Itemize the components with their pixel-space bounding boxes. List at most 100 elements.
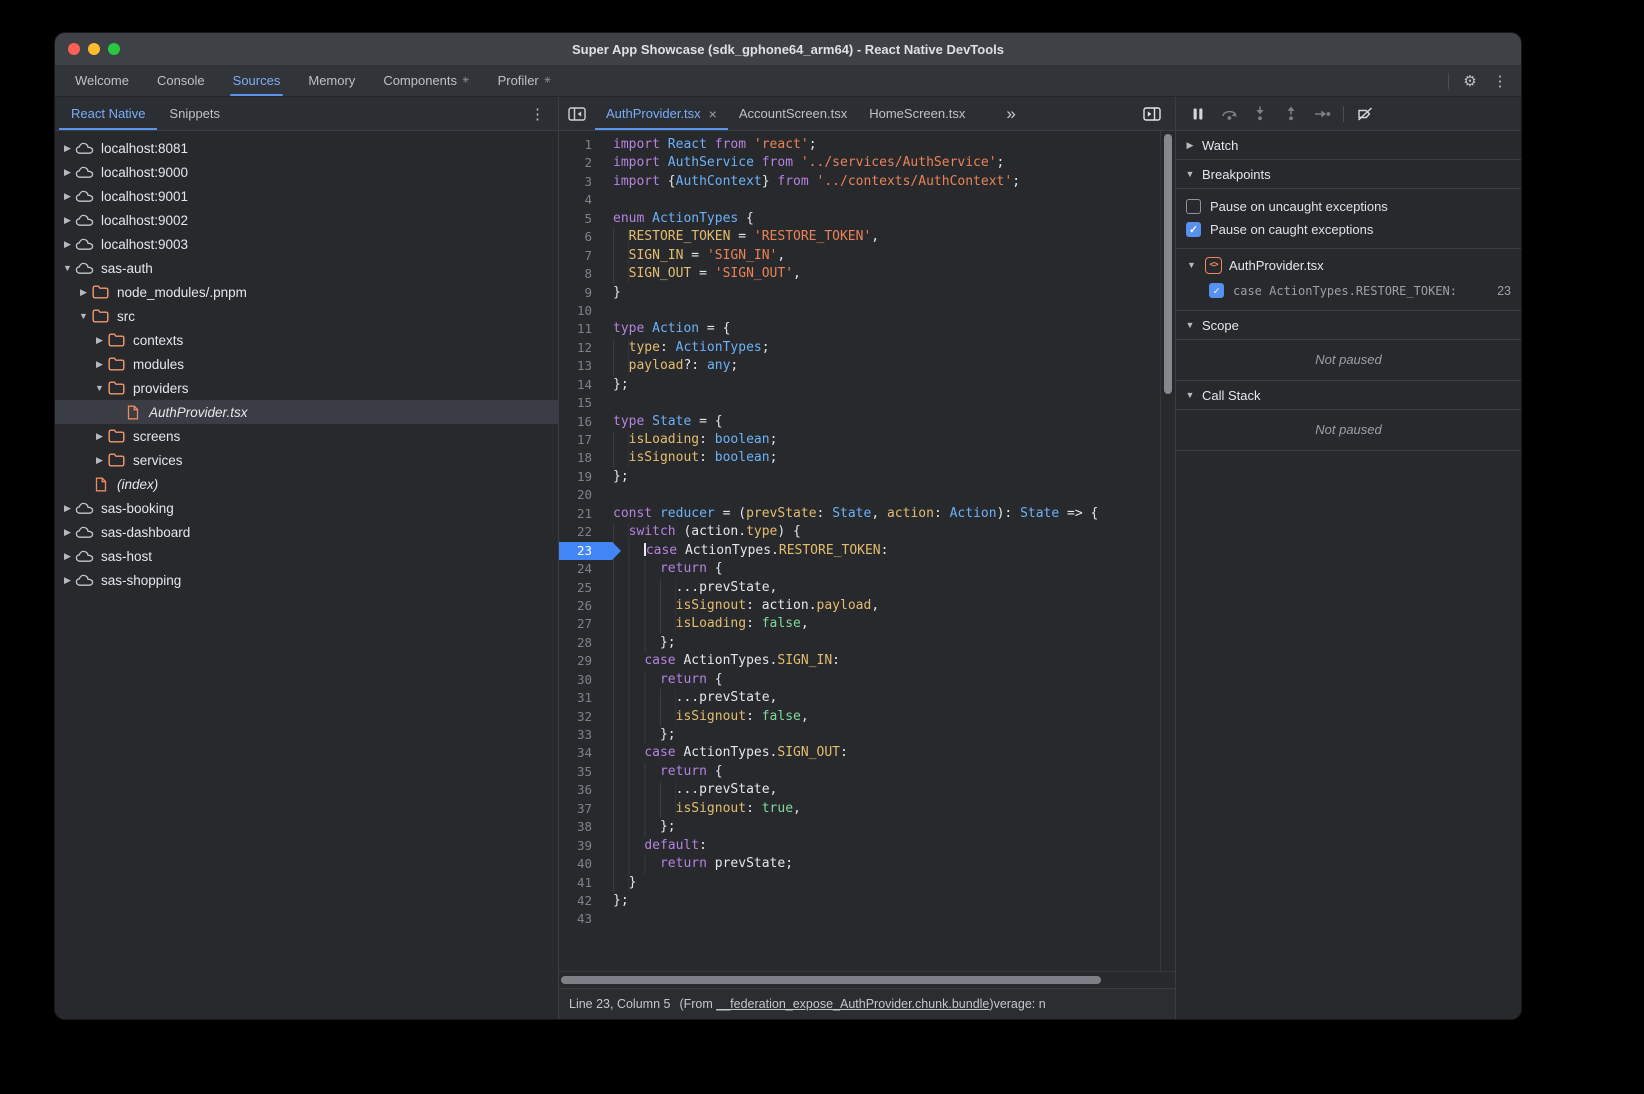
tree-item-localhost-9000[interactable]: ▶localhost:9000 [55, 160, 558, 184]
line-number[interactable]: 34 [559, 744, 605, 762]
line-number[interactable]: 12 [559, 339, 605, 357]
line-number[interactable]: 3 [559, 173, 605, 191]
line-number[interactable]: 37 [559, 800, 605, 818]
scope-section-header[interactable]: ▼ Scope [1176, 311, 1521, 340]
line-number[interactable]: 20 [559, 486, 605, 504]
chevron-right-icon[interactable]: ▶ [61, 191, 74, 202]
line-number[interactable]: 11 [559, 320, 605, 338]
editor-tab-authprovider-tsx[interactable]: AuthProvider.tsx× [595, 97, 728, 130]
line-number[interactable]: 33 [559, 726, 605, 744]
line-number[interactable]: 18 [559, 449, 605, 467]
line-number[interactable]: 32 [559, 708, 605, 726]
line-number[interactable]: 31 [559, 689, 605, 707]
tree-item-contexts[interactable]: ▶contexts [55, 328, 558, 352]
step-out-icon[interactable] [1281, 104, 1301, 124]
line-number[interactable]: 26 [559, 597, 605, 615]
chevron-right-icon[interactable]: ▶ [93, 335, 106, 346]
tree-item-screens[interactable]: ▶screens [55, 424, 558, 448]
close-icon[interactable]: × [709, 107, 717, 121]
tree-item-modules[interactable]: ▶modules [55, 352, 558, 376]
breakpoint-entry[interactable]: ✓case ActionTypes.RESTORE_TOKEN:23 [1176, 278, 1521, 303]
line-number[interactable]: 43 [559, 910, 605, 928]
tree-item-src[interactable]: ▼src [55, 304, 558, 328]
source-bundle-link[interactable]: __federation_expose_AuthProvider.chunk.b… [716, 997, 989, 1011]
chevron-down-icon[interactable]: ▼ [77, 311, 90, 321]
tree-item-localhost-9001[interactable]: ▶localhost:9001 [55, 184, 558, 208]
checkbox[interactable]: ✓ [1209, 283, 1224, 298]
kebab-menu-icon[interactable]: ⋮ [530, 97, 558, 130]
watch-section-header[interactable]: ▶ Watch [1176, 131, 1521, 160]
kebab-menu-icon[interactable]: ⋮ [1491, 72, 1509, 90]
line-number[interactable]: 19 [559, 468, 605, 486]
line-number[interactable]: 13 [559, 357, 605, 375]
editor-tab-homescreen-tsx[interactable]: HomeScreen.tsx [858, 97, 976, 130]
chevron-right-icon[interactable]: ▶ [61, 239, 74, 250]
tree-item-sas-dashboard[interactable]: ▶sas-dashboard [55, 520, 558, 544]
line-number[interactable]: 35 [559, 763, 605, 781]
minimize-window-button[interactable] [88, 43, 100, 55]
close-window-button[interactable] [68, 43, 80, 55]
chevron-right-icon[interactable]: ▶ [93, 431, 106, 442]
line-number[interactable]: 7 [559, 247, 605, 265]
line-number[interactable]: 4 [559, 191, 605, 209]
line-number[interactable]: 22 [559, 523, 605, 541]
line-number[interactable]: 5 [559, 210, 605, 228]
checkbox[interactable]: ✓ [1186, 222, 1201, 237]
line-number[interactable]: 24 [559, 560, 605, 578]
line-number[interactable]: 15 [559, 394, 605, 412]
maximize-window-button[interactable] [108, 43, 120, 55]
tree-item-localhost-9003[interactable]: ▶localhost:9003 [55, 232, 558, 256]
step-over-icon[interactable] [1219, 104, 1239, 124]
line-number[interactable]: 30 [559, 671, 605, 689]
horizontal-scrollbar-thumb[interactable] [561, 976, 1101, 984]
tab-components[interactable]: Components✳ [369, 65, 483, 96]
breakpoints-section-header[interactable]: ▼ Breakpoints [1176, 160, 1521, 189]
call-stack-section-header[interactable]: ▼ Call Stack [1176, 381, 1521, 410]
line-number[interactable]: 9 [559, 284, 605, 302]
tab-memory[interactable]: Memory [294, 65, 369, 96]
gear-icon[interactable]: ⚙ [1461, 72, 1479, 90]
tree-item-sas-auth[interactable]: ▼sas-auth [55, 256, 558, 280]
editor-tab-accountscreen-tsx[interactable]: AccountScreen.tsx [728, 97, 858, 130]
chevron-right-icon[interactable]: ▶ [61, 167, 74, 178]
line-number[interactable]: 29 [559, 652, 605, 670]
tree-item-providers[interactable]: ▼providers [55, 376, 558, 400]
tree-item-services[interactable]: ▶services [55, 448, 558, 472]
line-number[interactable]: 6 [559, 228, 605, 246]
navigator-tab-snippets[interactable]: Snippets [157, 97, 232, 130]
tab-welcome[interactable]: Welcome [61, 65, 143, 96]
line-number[interactable]: 21 [559, 505, 605, 523]
chevron-right-icon[interactable]: ▶ [61, 215, 74, 226]
line-number[interactable]: 40 [559, 855, 605, 873]
line-number[interactable]: 25 [559, 579, 605, 597]
tree-item-localhost-9002[interactable]: ▶localhost:9002 [55, 208, 558, 232]
line-number[interactable]: 1 [559, 136, 605, 154]
pause-icon[interactable] [1188, 104, 1208, 124]
vertical-scrollbar[interactable] [1160, 131, 1175, 971]
line-number[interactable]: 38 [559, 818, 605, 836]
tree-item--index-[interactable]: (index) [55, 472, 558, 496]
tab-sources[interactable]: Sources [219, 65, 295, 96]
navigator-tab-react-native[interactable]: React Native [59, 97, 157, 130]
line-number[interactable]: 2 [559, 154, 605, 172]
chevron-right-icon[interactable]: ▶ [61, 143, 74, 154]
tree-item-sas-booking[interactable]: ▶sas-booking [55, 496, 558, 520]
line-number[interactable]: 8 [559, 265, 605, 283]
chevron-right-icon[interactable]: ▶ [93, 359, 106, 370]
tab-console[interactable]: Console [143, 65, 219, 96]
line-number[interactable]: 14 [559, 376, 605, 394]
breakpoint-file-row[interactable]: ▼<>AuthProvider.tsx [1176, 252, 1521, 278]
more-tabs-icon[interactable]: » [976, 97, 1041, 130]
code-editor[interactable]: 1import React from 'react';2import AuthS… [559, 131, 1175, 971]
chevron-right-icon[interactable]: ▶ [93, 455, 106, 466]
tree-item-localhost-8081[interactable]: ▶localhost:8081 [55, 136, 558, 160]
chevron-right-icon[interactable]: ▶ [61, 551, 74, 562]
deactivate-breakpoints-icon[interactable] [1355, 104, 1375, 124]
line-number[interactable]: 41 [559, 874, 605, 892]
tree-item-sas-shopping[interactable]: ▶sas-shopping [55, 568, 558, 592]
tab-profiler[interactable]: Profiler✳ [484, 65, 566, 96]
debugger-toggle-icon[interactable] [1129, 97, 1175, 130]
line-number[interactable]: 16 [559, 413, 605, 431]
chevron-right-icon[interactable]: ▶ [61, 527, 74, 538]
line-number[interactable]: 42 [559, 892, 605, 910]
